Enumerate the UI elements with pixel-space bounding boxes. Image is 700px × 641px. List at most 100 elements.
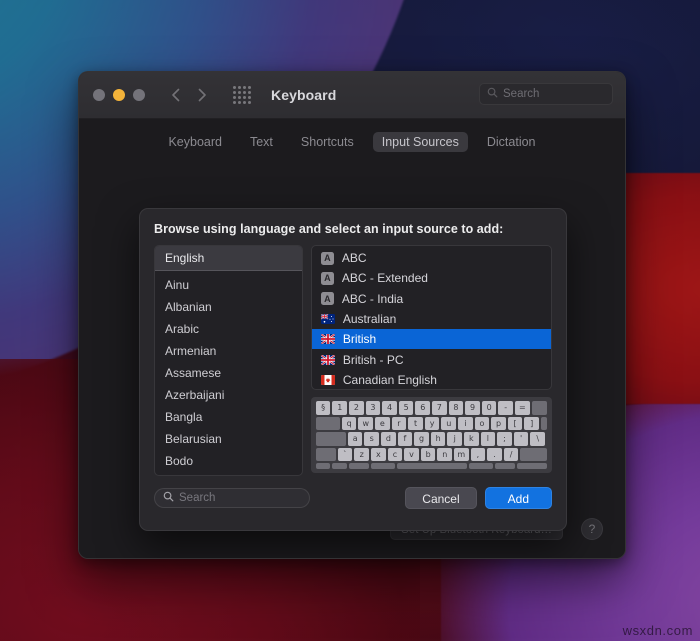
list-item[interactable]: Bulgarian bbox=[155, 472, 302, 475]
key: k bbox=[464, 432, 479, 446]
key-option-right bbox=[495, 463, 516, 469]
key: / bbox=[503, 447, 519, 461]
flag-uk-icon bbox=[320, 354, 335, 365]
tab-shortcuts[interactable]: Shortcuts bbox=[292, 132, 363, 152]
key: y bbox=[424, 416, 440, 430]
key: ' bbox=[513, 432, 529, 446]
key: w bbox=[358, 416, 374, 430]
key: a bbox=[347, 432, 363, 446]
list-item[interactable]: Australian bbox=[312, 309, 551, 329]
list-item[interactable]: Bodo bbox=[155, 450, 302, 472]
keyboard-row-modifiers bbox=[315, 463, 547, 469]
site-watermark: wsxdn.com bbox=[622, 623, 693, 638]
list-item[interactable]: British - PC bbox=[312, 349, 551, 369]
list-item[interactable]: A ABC - Extended bbox=[312, 268, 551, 288]
flag-australia-icon bbox=[320, 314, 335, 325]
key: m bbox=[454, 447, 469, 461]
input-source-column: A ABC A ABC - Extended A ABC - India Aus… bbox=[310, 245, 552, 476]
list-item[interactable]: Armenian bbox=[155, 340, 302, 362]
maximize-window-button[interactable] bbox=[133, 89, 145, 101]
list-item[interactable]: Bangla bbox=[155, 406, 302, 428]
sheet-search-field[interactable]: Search bbox=[154, 488, 310, 508]
key-return-upper bbox=[541, 416, 547, 430]
flag-canada-icon bbox=[320, 374, 335, 385]
list-item[interactable]: Canadian English bbox=[312, 370, 551, 389]
window-search-field[interactable]: Search bbox=[479, 83, 613, 105]
list-item[interactable]: A ABC bbox=[312, 248, 551, 268]
key-space bbox=[397, 463, 468, 469]
language-selected-item[interactable]: English bbox=[155, 246, 302, 271]
keyboard-preferences-window: Keyboard Search Keyboard Text Shortcuts … bbox=[78, 71, 626, 559]
key: § bbox=[315, 401, 331, 415]
input-source-label: ABC - Extended bbox=[341, 271, 428, 286]
minimize-window-button[interactable] bbox=[113, 89, 125, 101]
list-item[interactable]: Azerbaijani bbox=[155, 384, 302, 406]
list-item[interactable]: Arabic bbox=[155, 318, 302, 340]
tab-keyboard[interactable]: Keyboard bbox=[159, 132, 231, 152]
forward-chevron-icon[interactable] bbox=[193, 86, 211, 104]
list-item-selected[interactable]: British bbox=[311, 329, 551, 350]
key-delete bbox=[531, 401, 547, 415]
language-list-panel[interactable]: English Ainu Albanian Arabic Armenian As… bbox=[154, 245, 303, 476]
key: r bbox=[391, 416, 407, 430]
input-source-label: ABC bbox=[341, 251, 367, 266]
key: z bbox=[354, 447, 370, 461]
input-source-list-panel[interactable]: A ABC A ABC - Extended A ABC - India Aus… bbox=[310, 245, 552, 390]
close-window-button[interactable] bbox=[93, 89, 105, 101]
key-arrows bbox=[517, 463, 547, 469]
key-option-left bbox=[349, 463, 370, 469]
keyboard-row-top: q w e r t y u i o p [ ] bbox=[315, 416, 547, 430]
tab-input-sources[interactable]: Input Sources bbox=[372, 132, 468, 152]
key: c bbox=[387, 447, 403, 461]
key: i bbox=[458, 416, 473, 430]
keyboard-row-home: a s d f g h j k l ; ' \ bbox=[315, 432, 547, 446]
language-list: Ainu Albanian Arabic Armenian Assamese A… bbox=[155, 271, 302, 475]
key: 0 bbox=[481, 401, 497, 415]
key-command-left bbox=[371, 463, 396, 469]
traffic-light-group bbox=[93, 89, 145, 101]
back-chevron-icon[interactable] bbox=[167, 86, 185, 104]
key: f bbox=[397, 432, 413, 446]
cancel-button[interactable]: Cancel bbox=[405, 487, 477, 509]
key-shift-left bbox=[315, 447, 336, 461]
tab-dictation[interactable]: Dictation bbox=[478, 132, 545, 152]
list-item[interactable]: A ABC - India bbox=[312, 289, 551, 309]
input-source-label: British bbox=[342, 332, 377, 347]
key: u bbox=[441, 416, 457, 430]
key: ] bbox=[524, 416, 539, 430]
key: 2 bbox=[349, 401, 364, 415]
key: = bbox=[515, 401, 530, 415]
input-source-label: Canadian English bbox=[342, 372, 437, 387]
sheet-instruction-text: Browse using language and select an inpu… bbox=[154, 222, 504, 236]
key: q bbox=[341, 416, 357, 430]
key: 5 bbox=[398, 401, 414, 415]
list-item[interactable]: Assamese bbox=[155, 362, 302, 384]
window-body: Keyboard Text Shortcuts Input Sources Di… bbox=[79, 119, 625, 558]
key: - bbox=[498, 401, 513, 415]
show-all-grid-icon[interactable] bbox=[233, 86, 251, 104]
key: ; bbox=[497, 432, 512, 446]
tab-text[interactable]: Text bbox=[241, 132, 282, 152]
key: 1 bbox=[332, 401, 348, 415]
help-button[interactable]: ? bbox=[581, 518, 603, 540]
navigation-buttons bbox=[167, 86, 211, 104]
sheet-footer: Search Cancel Add bbox=[154, 487, 552, 509]
add-button[interactable]: Add bbox=[484, 487, 552, 509]
key: p bbox=[491, 416, 506, 430]
key: . bbox=[487, 447, 502, 461]
abc-key-icon: A bbox=[320, 271, 334, 285]
key: 8 bbox=[448, 401, 464, 415]
list-item[interactable]: Ainu bbox=[155, 274, 302, 296]
list-item[interactable]: Albanian bbox=[155, 296, 302, 318]
flag-uk-icon bbox=[320, 334, 335, 345]
key: o bbox=[474, 416, 490, 430]
keyboard-row-number: § 1 2 3 4 5 6 7 8 9 0 - = bbox=[315, 401, 547, 415]
search-icon bbox=[163, 489, 174, 507]
abc-key-icon: A bbox=[320, 292, 334, 306]
key: h bbox=[430, 432, 446, 446]
list-item[interactable]: Belarusian bbox=[155, 428, 302, 450]
keyboard-row-bottom: ` z x c v b n m , . / bbox=[315, 447, 547, 461]
preferences-tabbar: Keyboard Text Shortcuts Input Sources Di… bbox=[79, 119, 625, 152]
key: 6 bbox=[415, 401, 431, 415]
key: 4 bbox=[382, 401, 397, 415]
